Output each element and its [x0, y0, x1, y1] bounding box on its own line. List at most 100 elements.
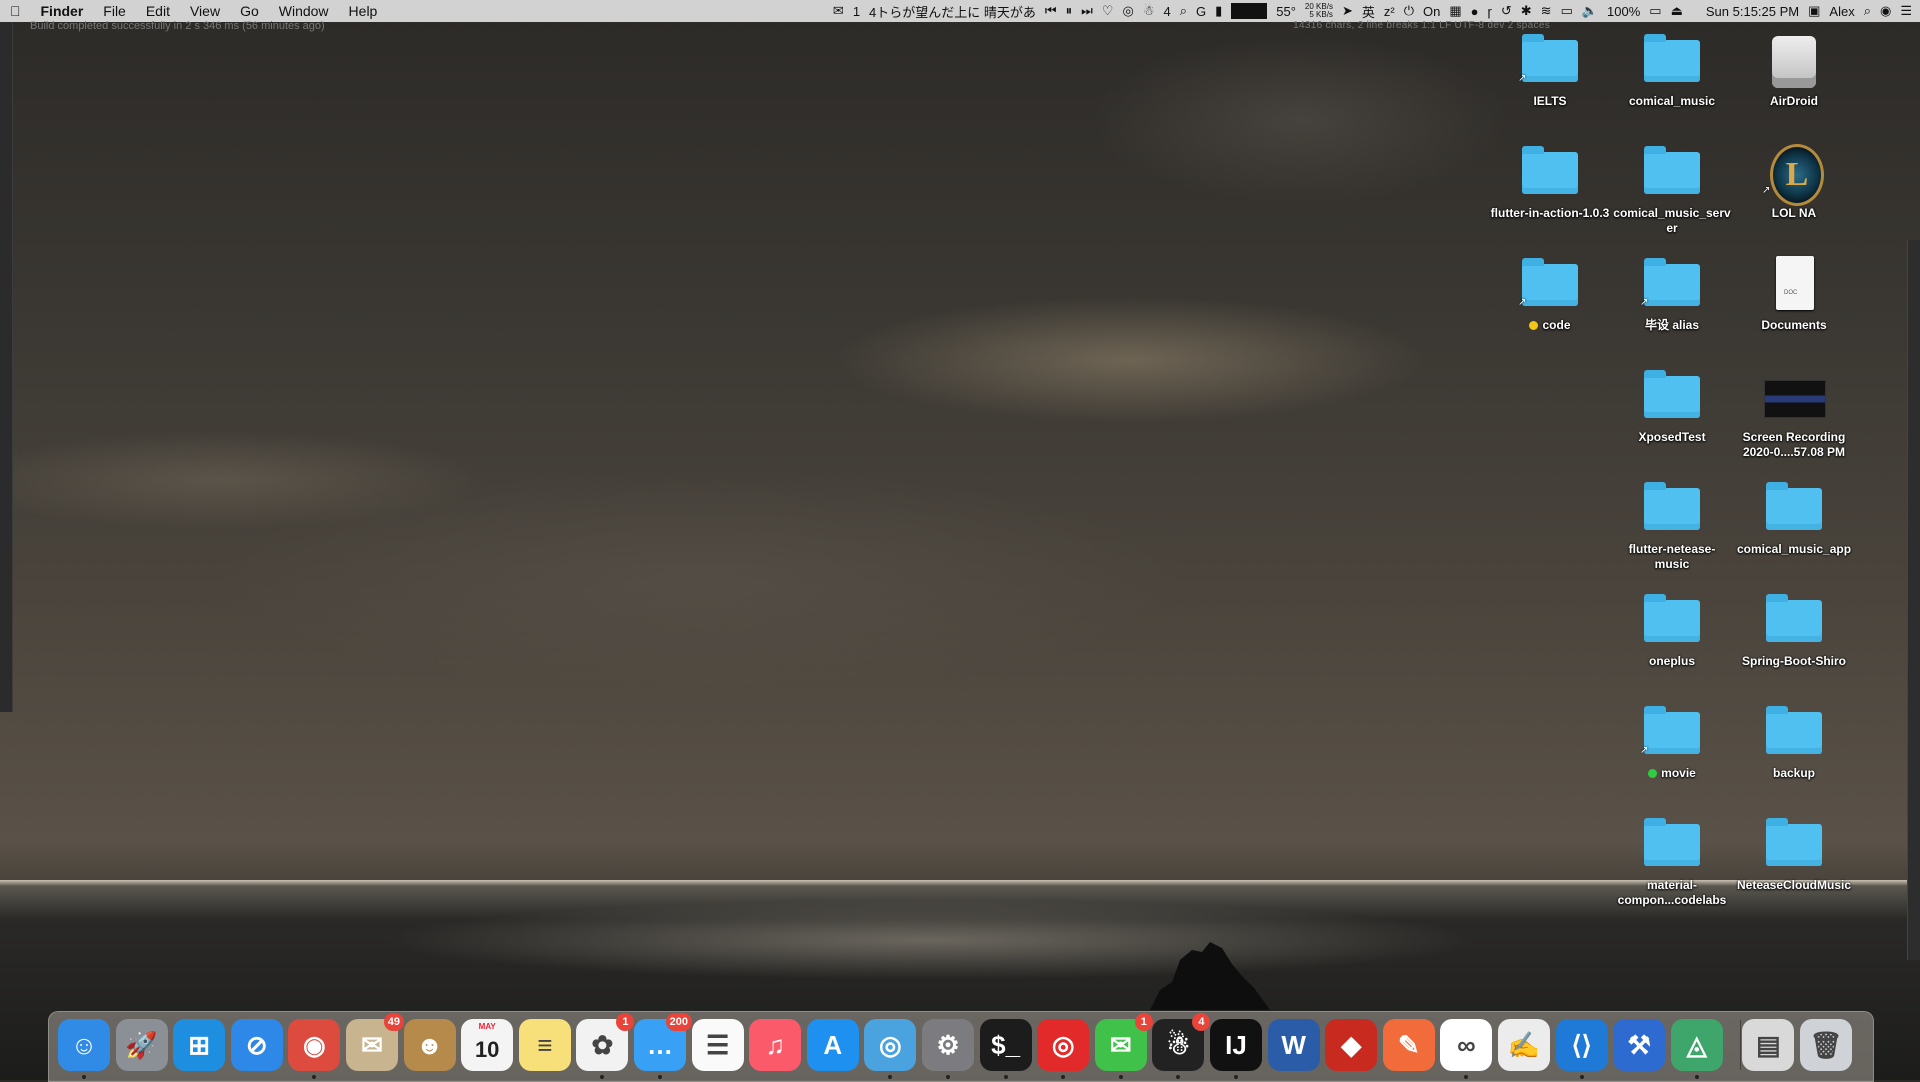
siri-icon[interactable]: ◉ [1880, 3, 1891, 19]
editor-scrollbar[interactable] [1907, 240, 1920, 960]
dock-qq-icon[interactable]: ☃ 4 [1152, 1013, 1211, 1071]
dock-finder-icon[interactable]: ☺ [58, 1019, 110, 1071]
desktop-item[interactable]: XposedTest [1612, 366, 1732, 445]
grid-icon[interactable]: ▦ [1449, 3, 1461, 19]
dock-android-studio-icon[interactable]: ◬ [1670, 1019, 1723, 1071]
bluetooth-icon[interactable]: ✱ [1521, 3, 1532, 19]
spotlight-search-icon[interactable]: ⌕ [1864, 3, 1871, 19]
app-switcher-icon[interactable]: ▣ [1808, 3, 1820, 19]
battery-icon[interactable]: ▭ [1649, 3, 1661, 19]
dock-xcode-icon[interactable]: ⚒ [1613, 1019, 1666, 1071]
desktop-item[interactable]: NeteaseCloudMusic [1734, 814, 1854, 893]
dock-baidu-netdisk-icon[interactable]: ∞ [1440, 1019, 1493, 1071]
dock-network-utility-icon[interactable]: ◎ [864, 1019, 917, 1071]
memory-meter-icon[interactable]: ▮ [1215, 3, 1222, 19]
heart-icon[interactable]: ♡ [1102, 3, 1114, 19]
wallpaper-rock [1150, 942, 1270, 1010]
script-icon[interactable]: ɼ [1488, 4, 1492, 19]
desktop-item[interactable]: ↗ code [1490, 254, 1610, 333]
desktop-item[interactable]: comical_music_app [1734, 478, 1854, 557]
desktop-item[interactable]: ↗ 毕设 alias [1612, 254, 1732, 333]
dock-trash-icon[interactable]: 🗑 [1800, 1019, 1852, 1071]
desktop-item[interactable]: flutter-netease-music [1612, 478, 1732, 572]
time-machine-icon[interactable]: ↺ [1501, 3, 1512, 19]
dock-vscode-icon[interactable]: ⟨⟩ [1555, 1019, 1608, 1071]
desktop-item[interactable]: AirDroid [1734, 30, 1854, 109]
qq-status-icon[interactable]: ☃ [1143, 3, 1155, 19]
netease-status-icon[interactable]: ◎ [1122, 3, 1133, 19]
dock-safari-icon[interactable]: ⊘ [230, 1019, 283, 1071]
dock-terminal-icon[interactable]: $_ [979, 1019, 1032, 1071]
clock[interactable]: Sun 5:15:25 PM [1706, 4, 1799, 19]
dock-music-icon[interactable]: ♫ [749, 1019, 802, 1071]
menu-window[interactable]: Window [269, 0, 339, 22]
desktop-item[interactable]: Spring-Boot-Shiro [1734, 590, 1854, 669]
desktop-item[interactable]: oneplus [1612, 590, 1732, 669]
dock-netease-music-icon[interactable]: ◎ [1037, 1019, 1090, 1071]
airplay-icon[interactable]: ▭ [1561, 3, 1573, 19]
desktop-item[interactable]: ↗ movie [1612, 702, 1732, 781]
apple-menu-icon[interactable]:  [0, 0, 31, 22]
cpu-graph-icon[interactable] [1231, 3, 1268, 19]
eject-icon[interactable]: ⏏ [1671, 3, 1683, 19]
wifi-icon[interactable]: ≋ [1541, 3, 1552, 19]
textedit-glyph: ✍ [1507, 1030, 1541, 1060]
menu-help[interactable]: Help [339, 0, 388, 22]
dock-contacts-icon[interactable]: ☻ [403, 1019, 456, 1071]
dock-app-store-icon[interactable]: A [806, 1019, 859, 1071]
desktop-item[interactable]: backup [1734, 702, 1854, 781]
menu-go[interactable]: Go [230, 0, 269, 22]
dock-notes-icon[interactable]: ≡ [518, 1019, 571, 1071]
grammar-icon[interactable]: G [1196, 4, 1206, 19]
menu-file[interactable]: File [93, 0, 136, 22]
now-playing-count: 1 [852, 3, 861, 19]
volume-icon[interactable]: 🔈 [1582, 3, 1598, 19]
dock-calendar-icon[interactable]: MAY 10 [461, 1019, 514, 1071]
input-method-icon[interactable]: 英 [1362, 2, 1375, 21]
sleep-icon[interactable]: z² [1384, 4, 1395, 19]
desktop-item[interactable]: comical_music [1612, 30, 1732, 109]
dock-redis-icon[interactable]: ◆ [1325, 1019, 1378, 1071]
dock-messages-icon[interactable]: … 200 [634, 1013, 692, 1071]
menu-edit[interactable]: Edit [136, 0, 180, 22]
now-playing-title[interactable]: 4トらが望んだ上に 晴天があ [869, 2, 1036, 21]
dock-downloads-stack-icon[interactable]: ▤ [1742, 1019, 1795, 1071]
app-store-glyph: A [823, 1030, 843, 1060]
send-icon[interactable]: ➤ [1342, 3, 1353, 19]
calendar-glyph: 10 [474, 1037, 500, 1062]
dock-reminders-icon[interactable]: ☰ [691, 1019, 744, 1071]
dock-wechat-icon[interactable]: ✉ 1 [1094, 1013, 1153, 1071]
magnifier-tool-icon[interactable]: ⌕ [1180, 3, 1187, 19]
app-menu[interactable]: Finder [31, 0, 94, 22]
dock-postman-icon[interactable]: ✎ [1382, 1019, 1435, 1071]
dock-launchpad-icon[interactable]: 🚀 [115, 1019, 168, 1071]
desktop-item[interactable]: material-compon...codelabs [1612, 814, 1732, 908]
previous-track-icon[interactable]: ⏮ [1045, 3, 1057, 19]
editor-side-panel[interactable] [0, 22, 13, 712]
wechat-status-icon[interactable]: ✉ [833, 3, 844, 19]
desktop-item[interactable]: L ↗ LOL NA [1734, 142, 1854, 221]
notification-center-icon[interactable]: ☰ [1900, 3, 1912, 19]
dock-chrome-icon[interactable]: ◉ [288, 1019, 341, 1071]
desktop-item[interactable]: ↗ IELTS [1490, 30, 1610, 109]
dock-mail-icon[interactable]: ✉ 49 [346, 1013, 404, 1071]
dock-photos-icon[interactable]: ✿ 1 [576, 1013, 635, 1071]
battery-percent[interactable]: 100% [1607, 4, 1640, 19]
desktop-item[interactable]: DOC Documents [1734, 254, 1854, 333]
mouse-icon[interactable]: ● [1471, 4, 1479, 19]
dock-system-preferences-icon[interactable]: ⚙ [922, 1019, 974, 1071]
dock-textedit-icon[interactable]: ✍ [1498, 1019, 1550, 1071]
menu-view[interactable]: View [180, 0, 230, 22]
user-name[interactable]: Alex [1829, 4, 1854, 19]
next-track-icon[interactable]: ⏭ [1081, 3, 1093, 19]
focus-status[interactable]: On [1423, 4, 1440, 19]
desktop-item[interactable]: flutter-in-action-1.0.3 [1490, 142, 1610, 221]
power-icon[interactable]: ⏻ [1404, 3, 1414, 19]
dock-windows-icon[interactable]: ⊞ [173, 1019, 226, 1071]
pause-icon[interactable]: ⏸ [1066, 3, 1073, 19]
desktop-item[interactable]: Screen Recording 2020-0....57.08 PM [1734, 366, 1854, 460]
desktop-item[interactable]: comical_music_server [1612, 142, 1732, 236]
dock-intellij-icon[interactable]: IJ [1210, 1019, 1262, 1071]
dock-word-icon[interactable]: W [1267, 1019, 1320, 1071]
alias-arrow-icon: ↗ [1762, 185, 1771, 196]
